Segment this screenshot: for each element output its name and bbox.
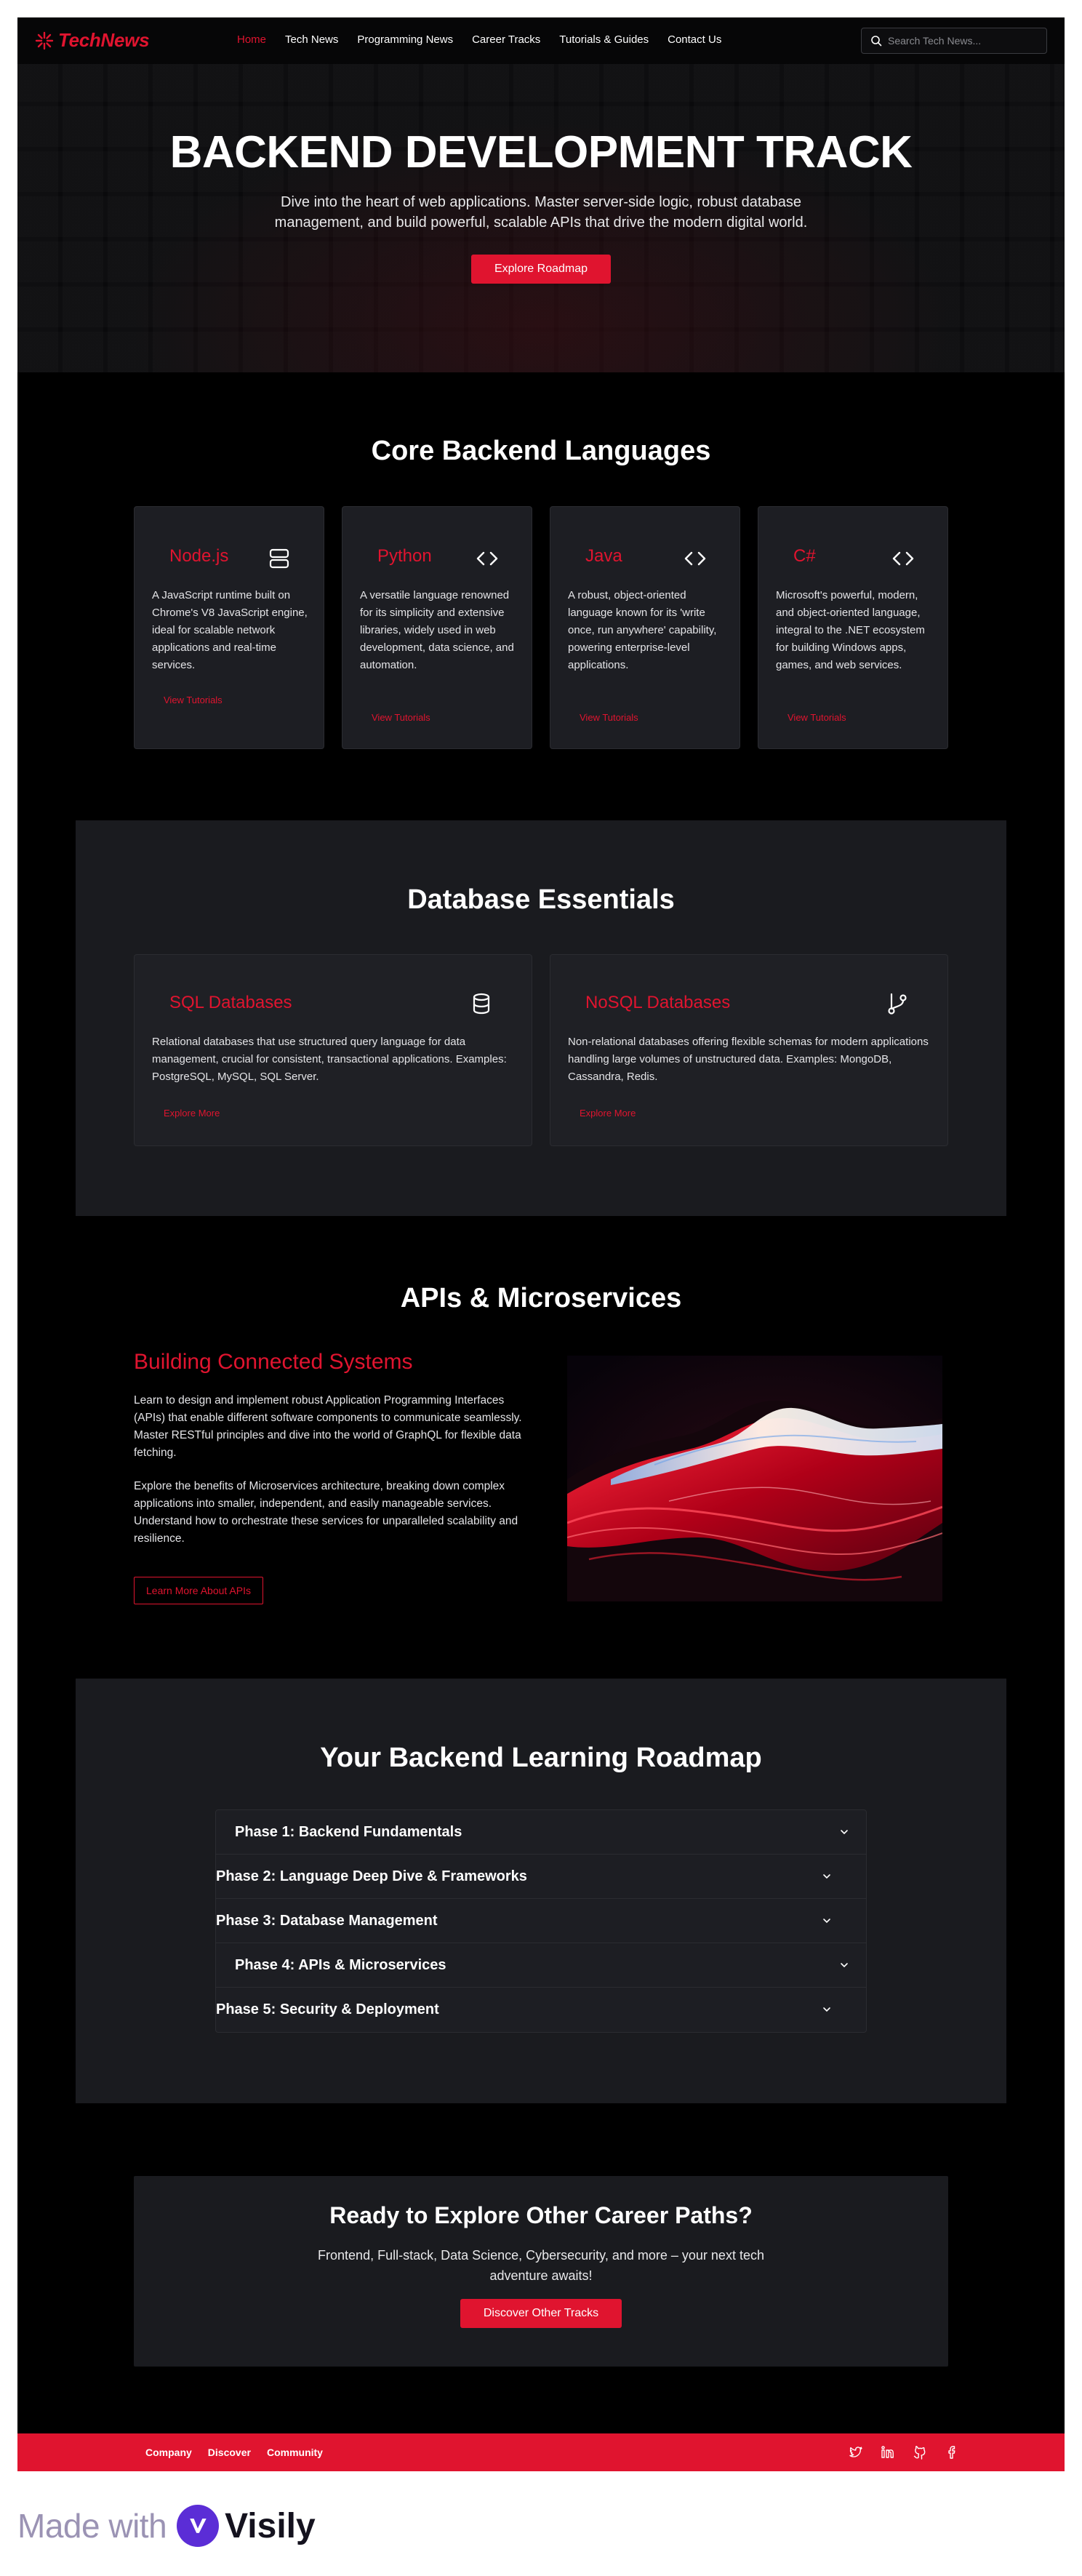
nav-link-programming-news[interactable]: Programming News	[357, 33, 453, 46]
view-tutorials-link[interactable]: View Tutorials	[580, 712, 638, 723]
linkedin-icon[interactable]	[880, 2444, 896, 2460]
nav-link-tech-news[interactable]: Tech News	[285, 33, 338, 46]
career-paths-cta: Ready to Explore Other Career Paths? Fro…	[134, 2176, 948, 2367]
visily-brand-text: Visily	[225, 2506, 316, 2545]
cta-text: Frontend, Full-stack, Data Science, Cybe…	[318, 2248, 764, 2283]
nav-link-contact-us[interactable]: Contact Us	[668, 33, 721, 46]
card-description: Relational databases that use structured…	[152, 1036, 507, 1083]
view-tutorials-link[interactable]: View Tutorials	[372, 712, 430, 723]
language-card-python: Python A versatile language renowned for…	[342, 506, 532, 749]
made-with-visily-badge[interactable]: Made with Visily	[17, 2505, 316, 2547]
phase-label: Phase 3: Database Management	[216, 1913, 438, 1929]
hero-section: BACKEND DEVELOPMENT TRACK Dive into the …	[17, 64, 1065, 372]
card-title: Java	[585, 546, 622, 566]
page-frame: TechNews Home Tech News Programming News…	[17, 17, 1065, 2471]
database-section-title: Database Essentials	[407, 884, 675, 915]
nav-link-tutorials-guides[interactable]: Tutorials & Guides	[559, 33, 649, 46]
abstract-wave-art	[567, 1356, 942, 1601]
git-branch-icon	[888, 993, 907, 1015]
database-section: Database Essentials SQL Databases Relati…	[76, 820, 1006, 1216]
language-card-csharp: C# Microsoft's powerful, modern, and obj…	[758, 506, 948, 749]
roadmap-phase-1[interactable]: Phase 1: Backend Fundamentals	[216, 1810, 866, 1855]
explore-roadmap-button[interactable]: Explore Roadmap	[470, 255, 612, 284]
logo-text: TechNews	[58, 29, 150, 51]
nav-link-career-tracks[interactable]: Career Tracks	[472, 33, 540, 46]
chevron-down-icon	[823, 1919, 830, 1924]
nav-link-home[interactable]: Home	[237, 33, 266, 46]
code-icon	[476, 551, 498, 566]
apis-section-title: APIs & Microservices	[400, 1283, 682, 1313]
language-cards: Node.js A JavaScript runtime built on Ch…	[134, 506, 948, 749]
card-title: SQL Databases	[169, 993, 292, 1012]
database-icon	[473, 993, 490, 1015]
search-icon	[871, 36, 882, 47]
chevron-down-icon	[823, 1874, 830, 1879]
hero-subtitle: Dive into the heart of web applications.…	[274, 194, 808, 231]
phase-label: Phase 5: Security & Deployment	[216, 2001, 439, 2017]
view-tutorials-link[interactable]: View Tutorials	[788, 712, 846, 723]
card-title: Node.js	[169, 546, 229, 566]
site-logo[interactable]: TechNews	[35, 29, 150, 52]
database-card-sql: SQL Databases Relational databases that …	[134, 954, 532, 1146]
card-description: A JavaScript runtime built on Chrome's V…	[152, 589, 308, 671]
top-navigation: TechNews Home Tech News Programming News…	[17, 17, 1065, 64]
abstract-fluid-image	[567, 1356, 942, 1601]
site-footer: Company Discover Community	[17, 2433, 1065, 2471]
search-box	[861, 28, 1047, 54]
footer-link-company[interactable]: Company	[145, 2447, 192, 2458]
roadmap-phase-3[interactable]: Phase 3: Database Management	[216, 1899, 866, 1943]
made-with-text: Made with	[17, 2507, 167, 2545]
language-card-nodejs: Node.js A JavaScript runtime built on Ch…	[134, 506, 324, 749]
card-description: A versatile language renowned for its si…	[360, 589, 514, 671]
footer-link-community[interactable]: Community	[267, 2447, 323, 2458]
languages-section-title: Core Backend Languages	[371, 436, 711, 466]
code-icon	[684, 551, 706, 566]
card-title: Python	[377, 546, 432, 566]
roadmap-section-title: Your Backend Learning Roadmap	[320, 1743, 762, 1773]
github-icon[interactable]	[912, 2444, 928, 2460]
database-cards: SQL Databases Relational databases that …	[134, 954, 948, 1146]
search-input[interactable]	[888, 35, 1033, 47]
apis-paragraph-2: Explore the benefits of Microservices ar…	[134, 1480, 518, 1545]
discover-other-tracks-button[interactable]: Discover Other Tracks	[460, 2299, 622, 2328]
twitter-icon[interactable]	[848, 2444, 864, 2460]
roadmap-phase-2[interactable]: Phase 2: Language Deep Dive & Frameworks	[216, 1855, 866, 1899]
chevron-down-icon	[823, 2007, 830, 2012]
visily-logo-icon	[177, 2505, 220, 2547]
social-icons	[848, 2444, 960, 2460]
roadmap-phase-5[interactable]: Phase 5: Security & Deployment	[216, 1988, 866, 2032]
chevron-down-icon	[841, 1963, 848, 1968]
hero-title: BACKEND DEVELOPMENT TRACK	[169, 127, 913, 177]
card-description: Non-relational databases offering flexib…	[568, 1036, 929, 1083]
explore-more-link[interactable]: Explore More	[580, 1108, 636, 1119]
card-title: NoSQL Databases	[585, 993, 731, 1012]
apis-text-block: Building Connected Systems Learn to desi…	[134, 1350, 526, 1604]
facebook-icon[interactable]	[944, 2444, 960, 2460]
apis-heading: Building Connected Systems	[134, 1350, 413, 1374]
chevron-down-icon	[841, 1830, 848, 1835]
card-description: A robust, object-oriented language known…	[568, 589, 717, 671]
card-description: Microsoft's powerful, modern, and object…	[776, 589, 925, 671]
apis-paragraph-1: Learn to design and implement robust App…	[134, 1394, 522, 1459]
nav-links: Home Tech News Programming News Career T…	[237, 33, 740, 46]
phase-label: Phase 1: Backend Fundamentals	[235, 1824, 462, 1840]
cta-title: Ready to Explore Other Career Paths?	[329, 2202, 753, 2228]
code-icon	[892, 551, 914, 566]
server-icon	[269, 548, 289, 569]
view-tutorials-link[interactable]: View Tutorials	[164, 695, 223, 705]
logo-burst-icon	[35, 31, 54, 49]
phase-label: Phase 2: Language Deep Dive & Frameworks	[216, 1868, 527, 1884]
database-card-nosql: NoSQL Databases Non-relational databases…	[550, 954, 948, 1146]
footer-link-discover[interactable]: Discover	[208, 2447, 251, 2458]
card-title: C#	[793, 546, 816, 566]
roadmap-section: Your Backend Learning Roadmap Phase 1: B…	[76, 1679, 1006, 2103]
roadmap-phase-4[interactable]: Phase 4: APIs & Microservices	[216, 1943, 866, 1988]
explore-more-link[interactable]: Explore More	[164, 1108, 220, 1119]
roadmap-accordion: Phase 1: Backend Fundamentals Phase 2: L…	[215, 1809, 867, 2033]
footer-links: Company Discover Community	[145, 2447, 339, 2458]
learn-more-apis-button[interactable]: Learn More About APIs	[134, 1577, 263, 1604]
language-card-java: Java A robust, object-oriented language …	[550, 506, 740, 749]
phase-label: Phase 4: APIs & Microservices	[235, 1957, 446, 1973]
